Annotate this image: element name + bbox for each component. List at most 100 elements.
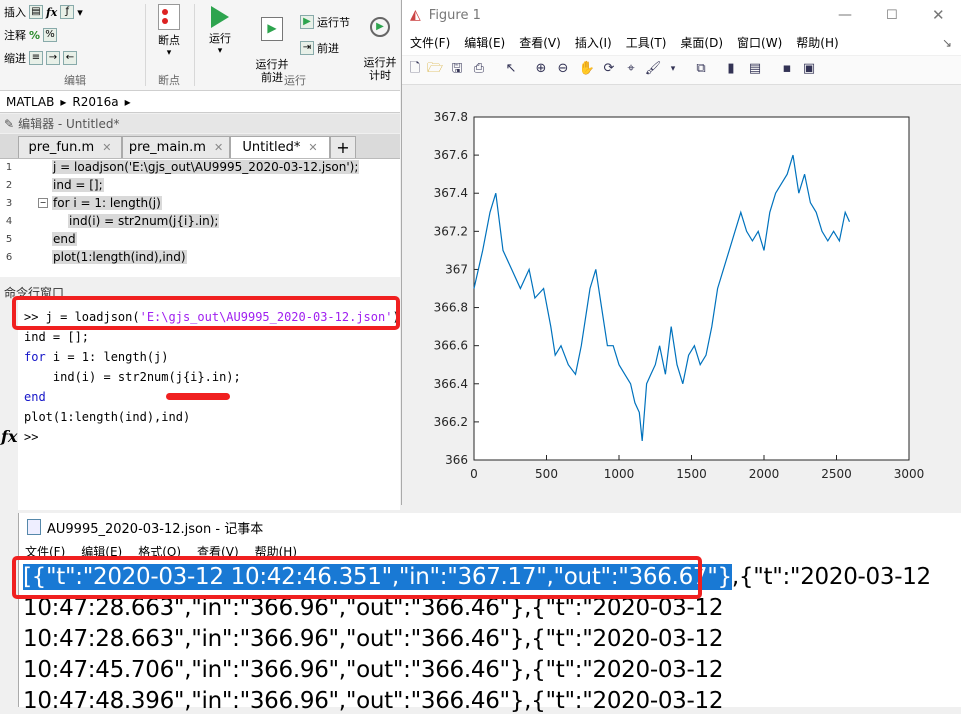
text-line-5[interactable]: 10:47:48.396","in":"366.96","out":"366.4… xyxy=(23,688,723,714)
command-line-5: end xyxy=(24,390,46,404)
close-icon[interactable]: ✕ xyxy=(932,6,945,24)
tab-label: pre_fun.m xyxy=(28,140,95,155)
fold-icon[interactable]: − xyxy=(38,198,48,208)
chevron-down-icon[interactable]: ▾ xyxy=(664,60,682,78)
code-line[interactable]: j = loadjson('E:\gjs_out\AU9995_2020-03-… xyxy=(52,160,360,174)
comment-toggle-icon: % xyxy=(43,28,58,42)
menu-desktop[interactable]: 桌面(D) xyxy=(680,34,723,51)
brush-icon[interactable]: 🖌 xyxy=(644,60,662,78)
zoom-in-icon[interactable]: ⊕ xyxy=(532,60,550,78)
text-line-3[interactable]: 10:47:28.663","in":"366.96","out":"366.4… xyxy=(23,626,723,652)
pointer-icon[interactable]: ↖ xyxy=(502,60,520,78)
insert-button[interactable]: 插入 ▤ fx ƒ ▾ xyxy=(4,4,83,20)
breadcrumb-separator-icon: ▸ xyxy=(124,94,131,109)
fx-icon[interactable]: fx xyxy=(1,427,17,446)
ribbon-divider xyxy=(145,4,146,86)
y-tick-label: 367.2 xyxy=(434,224,468,238)
menu-window[interactable]: 窗口(W) xyxy=(737,34,782,51)
close-icon[interactable]: ✕ xyxy=(102,141,111,154)
code-line[interactable]: ind(i) = str2num(j{i}.in); xyxy=(68,214,220,228)
hide-plot-tools-icon[interactable]: ▪ xyxy=(778,60,796,78)
address-bar[interactable]: MATLAB ▸ R2016a ▸ xyxy=(0,91,400,113)
new-figure-icon[interactable]: 🗋 xyxy=(406,60,424,78)
menu-edit[interactable]: 编辑(E) xyxy=(464,34,505,51)
run-section-button[interactable]: ▶ 运行节 xyxy=(300,14,350,30)
data-cursor-icon[interactable]: ⌖ xyxy=(622,60,640,78)
breakpoints-button[interactable]: 断点 ▾ xyxy=(150,4,188,60)
save-icon[interactable]: 🖫 xyxy=(448,60,466,78)
tab-pre-main[interactable]: pre_main.m ✕ xyxy=(122,136,230,158)
code-line[interactable]: end xyxy=(52,232,77,246)
dock-arrow-icon[interactable]: ↘ xyxy=(942,36,952,50)
y-tick-label: 366.6 xyxy=(434,339,468,353)
run-advance-icon: ▶ xyxy=(261,17,283,41)
editor-tabs: pre_fun.m ✕ pre_main.m ✕ Untitled* ✕ + xyxy=(0,134,400,158)
rotate-icon[interactable]: ⟳ xyxy=(600,60,618,78)
insert-label: 插入 xyxy=(4,6,26,19)
close-icon[interactable]: ✕ xyxy=(308,141,317,154)
x-tick-label: 3000 xyxy=(894,467,925,481)
tab-pre-fun[interactable]: pre_fun.m ✕ xyxy=(18,136,122,158)
function-icon: ƒ xyxy=(60,5,75,19)
breakpoints-icon xyxy=(158,4,180,30)
notepad-titlebar: AU9995_2020-03-12.json - 记事本 xyxy=(19,513,961,541)
decrease-indent-icon: ← xyxy=(63,51,77,65)
menu-view[interactable]: 查看(V) xyxy=(519,34,561,51)
open-icon[interactable]: 🗁 xyxy=(426,60,444,78)
y-tick-label: 366 xyxy=(445,453,468,467)
advance-icon: ⇥ xyxy=(300,41,314,55)
minimize-icon[interactable]: — xyxy=(838,7,852,23)
x-tick-label: 1500 xyxy=(676,467,707,481)
menu-file[interactable]: 文件(F) xyxy=(410,34,450,51)
run-icon xyxy=(211,6,229,28)
print-icon[interactable]: ⎙ xyxy=(470,60,488,78)
dropdown-icon: ▾ xyxy=(77,5,83,19)
zoom-out-icon[interactable]: ⊖ xyxy=(554,60,572,78)
matlab-ribbon: 插入 ▤ fx ƒ ▾ 注释 % % 缩进 ≡ → ← 编辑 断点 ▾ 断点 运… xyxy=(0,0,400,91)
y-axis: 366 366.2 366.4 366.6 366.8 367 367.2 367.4 367.… xyxy=(434,110,479,467)
run-label: 运行 xyxy=(209,32,231,45)
notepad-window: AU9995_2020-03-12.json - 记事本 文件(F) 编辑(E)… xyxy=(18,513,961,714)
menu-help[interactable]: 帮助(H) xyxy=(796,34,838,51)
breadcrumb-root[interactable]: MATLAB xyxy=(6,95,54,109)
add-tab-button[interactable]: + xyxy=(330,136,356,158)
menu-tools[interactable]: 工具(T) xyxy=(626,34,667,51)
stopwatch-icon: ▶ xyxy=(370,17,390,37)
run-time-label: 运行并 计时 xyxy=(363,56,397,82)
comment-button[interactable]: 注释 % % xyxy=(4,27,58,43)
pan-icon[interactable]: ✋ xyxy=(578,60,596,78)
x-tick-label: 500 xyxy=(535,467,558,481)
x-tick-label: 2000 xyxy=(749,467,780,481)
close-icon[interactable]: ✕ xyxy=(214,141,223,154)
link-icon[interactable]: ⧉ xyxy=(692,60,710,78)
code-line[interactable]: for i = 1: length(j) xyxy=(52,196,162,210)
menu-insert[interactable]: 插入(I) xyxy=(575,34,612,51)
code-line[interactable]: plot(1:length(ind),ind) xyxy=(52,250,187,264)
highlight-box xyxy=(12,296,400,330)
breakpoints-label: 断点 xyxy=(158,34,180,47)
show-plot-tools-icon[interactable]: ▣ xyxy=(800,60,818,78)
line-number: 4 xyxy=(5,216,13,227)
legend-icon[interactable]: ▤ xyxy=(746,60,764,78)
command-prompt[interactable]: >> xyxy=(24,430,38,444)
x-tick-label: 2500 xyxy=(821,467,852,481)
colorbar-icon[interactable]: ▮ xyxy=(722,60,740,78)
indent-button[interactable]: 缩进 ≡ → ← xyxy=(4,50,77,66)
breadcrumb-separator-icon: ▸ xyxy=(60,94,67,109)
line-number: 1 xyxy=(5,162,13,173)
advance-button[interactable]: ⇥ 前进 xyxy=(300,40,339,56)
comment-label: 注释 xyxy=(4,29,26,42)
run-time-button[interactable]: ▶ 运行并 计时 xyxy=(360,4,400,95)
command-window[interactable]: >> j = loadjson('E:\gjs_out\AU9995_2020-… xyxy=(18,300,400,510)
tab-untitled[interactable]: Untitled* ✕ xyxy=(230,136,330,158)
maximize-icon[interactable]: ☐ xyxy=(886,8,898,23)
plot-area xyxy=(473,116,910,461)
text-line-4[interactable]: 10:47:45.706","in":"366.96","out":"366.4… xyxy=(23,657,723,683)
command-text: i = 1: length(j) xyxy=(45,350,169,364)
notepad-icon xyxy=(27,519,41,535)
code-editor[interactable]: 1 j = loadjson('E:\gjs_out\AU9995_2020-0… xyxy=(0,158,400,277)
code-line[interactable]: ind = []; xyxy=(52,178,104,192)
run-button[interactable]: 运行 ▾ xyxy=(200,6,240,58)
breadcrumb-folder[interactable]: R2016a xyxy=(72,95,118,109)
figure-toolbar: 🗋 🗁 🖫 ⎙ ↖ ⊕ ⊖ ✋ ⟳ ⌖ 🖌 ▾ ⧉ ▮ ▤ ▪ ▣ xyxy=(402,56,961,85)
